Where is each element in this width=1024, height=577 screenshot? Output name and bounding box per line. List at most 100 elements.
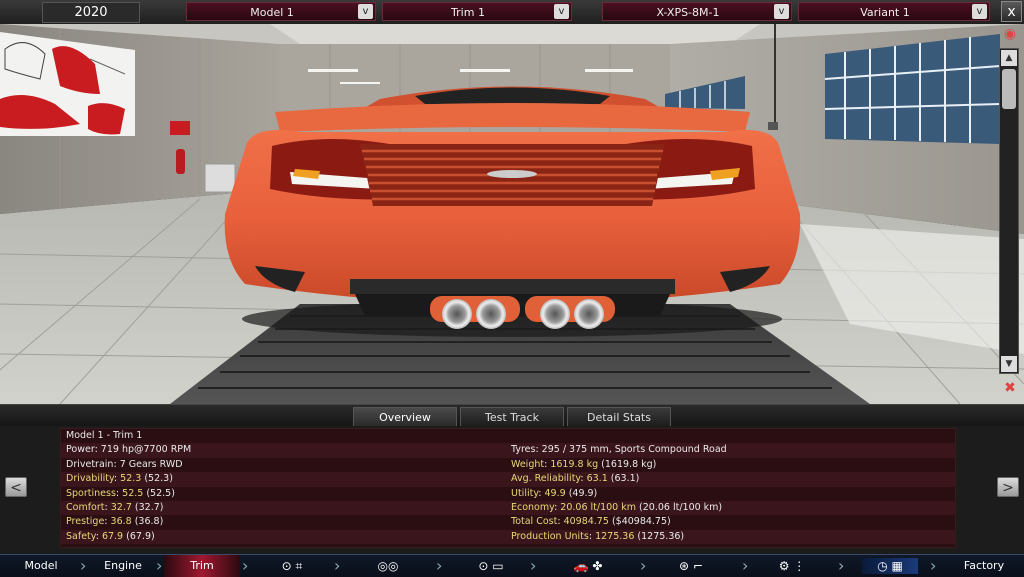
nav-separator-icon: › — [838, 556, 845, 575]
nav-trim[interactable]: Trim — [164, 555, 240, 577]
stat-value: 1275.36 — [595, 530, 635, 542]
sketch-poster — [0, 32, 135, 136]
stat-value: 719 hp@7700 RPM — [100, 444, 192, 456]
suspension-icon[interactable]: ⚙ ⋮ — [772, 558, 812, 574]
stats-row: Power: 719 hp@7700 RPM Tyres: 295 / 375 … — [61, 443, 955, 458]
nav-separator-icon: › — [930, 556, 937, 575]
stat-value: 67.9 — [101, 530, 124, 542]
reset-view-icon[interactable]: ✖ — [1000, 380, 1020, 398]
stats-row: Drivability: 52.3 (52.3) Avg. Reliabilit… — [61, 472, 955, 487]
stat-key: Economy — [511, 502, 555, 513]
nav-separator-icon: › — [640, 556, 647, 575]
testing-icon[interactable]: ◷ ▦ — [862, 558, 918, 574]
stat-key: Sportiness — [66, 487, 116, 499]
year-display: 2020 — [42, 2, 140, 23]
stat-paren: (49.9) — [568, 487, 598, 499]
stat-value: 63.1 — [586, 473, 608, 485]
engine-select-label: X-XPS-8M-1 — [656, 6, 720, 19]
close-button[interactable]: x — [1001, 1, 1022, 22]
stat-paren: (32.7) — [134, 502, 164, 513]
tab-overview[interactable]: Overview — [353, 407, 457, 426]
nav-separator-icon: › — [80, 556, 87, 575]
body-icon[interactable]: ⊙ ▭ — [466, 558, 516, 574]
scroll-down-arrow-icon[interactable]: ▼ — [1001, 356, 1017, 372]
stat-value: 40984.75 — [563, 516, 609, 528]
nav-separator-icon: › — [742, 556, 749, 575]
chevron-down-icon[interactable]: v — [554, 4, 569, 19]
stat-paren: (36.8) — [134, 516, 164, 528]
tab-detail-stats[interactable]: Detail Stats — [567, 407, 671, 426]
stats-row: Sportiness: 52.5 (52.5) Utility: 49.9 (4… — [66, 487, 598, 499]
stat-value: 52.5 — [122, 487, 144, 499]
stat-key: Weight — [511, 458, 545, 470]
chevron-down-icon[interactable]: v — [972, 4, 987, 19]
nav-separator-icon: › — [156, 556, 163, 575]
nav-separator-icon: › — [530, 556, 537, 575]
scroll-thumb[interactable] — [1002, 69, 1016, 109]
car-viewport[interactable]: ◉ — [0, 24, 1024, 404]
stat-value: 52.3 — [120, 473, 142, 485]
nav-separator-icon: › — [436, 556, 443, 575]
nav-separator-icon: › — [242, 556, 249, 575]
stats-row: Model 1 - Trim 1 — [61, 429, 955, 443]
stats-row: Comfort: 32.7 (32.7) Economy: 20.06 lt/1… — [61, 501, 955, 516]
prev-button[interactable]: < — [5, 477, 27, 497]
nav-model[interactable]: Model — [0, 555, 82, 577]
variant-select[interactable]: Variant 1 v — [798, 2, 990, 21]
stat-value: 7 Gears RWD — [119, 458, 183, 470]
stats-title: Model 1 - Trim 1 — [66, 430, 143, 441]
bottom-nav: Model › Engine › Trim › ⊙ ⌗ › ◎◎ › ⊙ ▭ ›… — [0, 554, 1024, 577]
stat-key: Total Cost — [511, 516, 558, 528]
engine-select[interactable]: X-XPS-8M-1 v — [602, 2, 792, 21]
zoom-scrollbar[interactable]: ▲ ▼ — [999, 48, 1019, 374]
variant-select-label: Variant 1 — [860, 6, 910, 19]
next-button[interactable]: > — [997, 477, 1019, 497]
model-select-label: Model 1 — [250, 6, 294, 19]
model-select[interactable]: Model 1 v — [186, 2, 376, 21]
stats-row: Drivetrain: 7 Gears RWD Weight: 1619.8 k… — [66, 458, 657, 470]
stat-paren: ($40984.75) — [611, 516, 671, 528]
stat-paren: (63.1) — [610, 473, 640, 485]
stat-key: Utility — [511, 487, 539, 499]
wheels-icon[interactable]: ◎◎ — [368, 558, 408, 574]
fire-extinguisher — [176, 149, 185, 174]
trim-select-label: Trim 1 — [451, 6, 485, 19]
stat-key: Avg. Reliability — [511, 473, 581, 485]
stat-value: 32.7 — [110, 502, 132, 513]
stat-paren: (1619.8 kg) — [601, 458, 657, 470]
stat-key: Drivetrain — [66, 458, 114, 470]
tab-bar: Overview Test Track Detail Stats — [0, 404, 1024, 427]
top-bar: 2020 Model 1 v Trim 1 v X-XPS-8M-1 v Var… — [0, 0, 1024, 25]
nav-engine[interactable]: Engine — [88, 555, 158, 577]
stat-value: 36.8 — [110, 516, 132, 528]
stat-paren: (1275.36) — [637, 530, 685, 542]
chevron-down-icon[interactable]: v — [358, 4, 373, 19]
chevron-down-icon[interactable]: v — [774, 4, 789, 19]
stats-table: Model 1 - Trim 1 Power: 719 hp@7700 RPM … — [60, 428, 956, 548]
tab-test-track[interactable]: Test Track — [460, 407, 564, 426]
gearbox-icon[interactable]: ⊙ ⌗ — [268, 558, 316, 574]
stat-paren: (20.06 lt/100 km) — [639, 502, 723, 513]
stat-key: Prestige — [66, 516, 105, 528]
nav-separator-icon: › — [334, 556, 341, 575]
nav-factory[interactable]: Factory — [944, 555, 1024, 577]
stats-row: Prestige: 36.8 (36.8) Total Cost: 40984.… — [66, 516, 671, 528]
stat-key: Safety — [66, 530, 96, 542]
scroll-up-arrow-icon[interactable]: ▲ — [1001, 50, 1017, 66]
stat-value: 20.06 lt/100 km — [560, 502, 636, 513]
stat-key: Comfort — [66, 502, 105, 513]
stat-key: Tyres — [511, 444, 536, 456]
warning-sign — [170, 121, 190, 135]
stat-paren: (52.3) — [144, 473, 173, 485]
stat-value: 49.9 — [544, 487, 566, 499]
garage-scene — [0, 24, 1024, 404]
trim-select[interactable]: Trim 1 v — [382, 2, 572, 21]
stat-value: 295 / 375 mm, Sports Compound Road — [541, 444, 727, 456]
stat-value: 1619.8 kg — [550, 458, 599, 470]
aero-icon[interactable]: 🚗 ✤ — [548, 558, 628, 574]
stat-paren: (67.9) — [126, 530, 155, 542]
camera-icon[interactable]: ◉ — [1000, 26, 1020, 44]
stat-key: Production Units — [511, 530, 589, 542]
interior-icon[interactable]: ⊛ ⌐ — [666, 558, 716, 574]
stat-key: Power — [66, 444, 95, 456]
